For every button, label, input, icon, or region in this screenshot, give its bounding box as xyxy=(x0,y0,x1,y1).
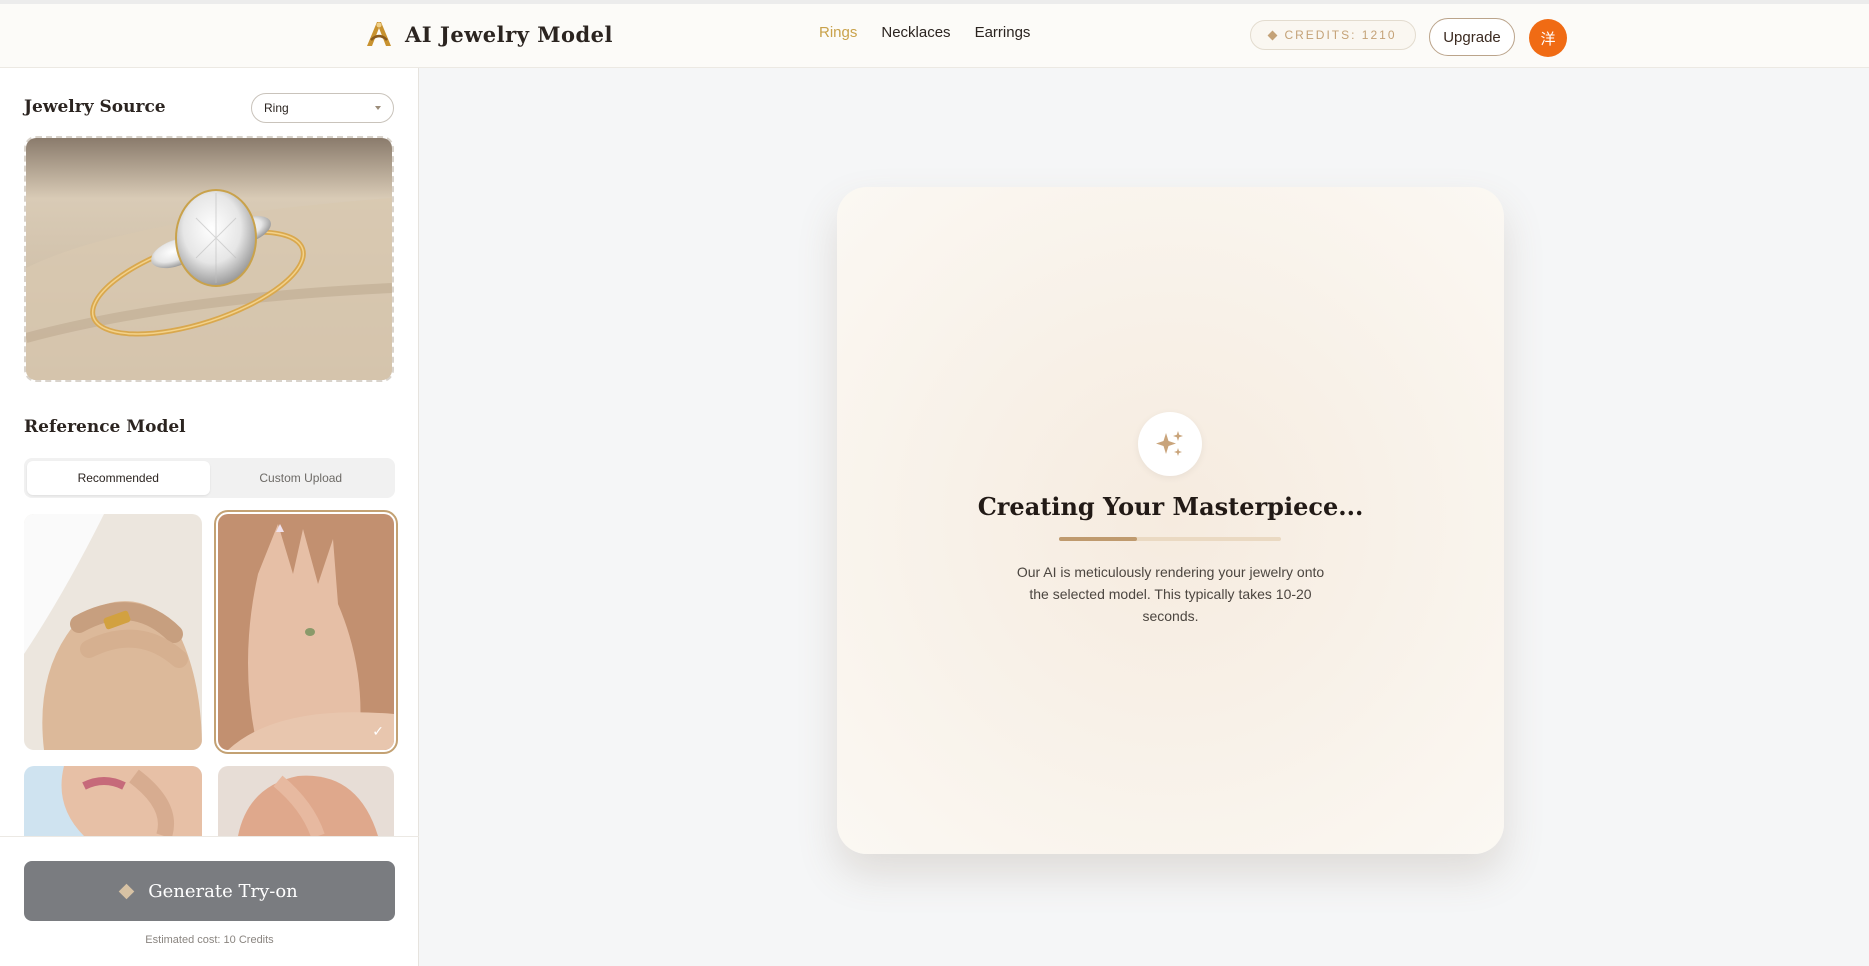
progress-bar xyxy=(1059,537,1281,541)
nav-earrings[interactable]: Earrings xyxy=(975,24,1031,41)
jewelry-source-title: Jewelry Source xyxy=(24,97,166,117)
model-thumb-4[interactable] xyxy=(218,766,394,836)
sparkle-badge xyxy=(1138,412,1202,476)
progress-fill xyxy=(1059,537,1137,541)
checkmark-icon: ✓ xyxy=(372,724,384,740)
chevron-down-icon xyxy=(375,106,381,110)
reference-model-title: Reference Model xyxy=(24,417,186,437)
tab-recommended[interactable]: Recommended xyxy=(27,461,210,495)
user-avatar[interactable]: 洋 xyxy=(1529,19,1567,57)
model-tabs: Recommended Custom Upload xyxy=(24,458,395,498)
brand-logo-icon xyxy=(367,22,391,46)
app-header: AI Jewelry Model Rings Necklaces Earring… xyxy=(0,4,1869,68)
main-nav: Rings Necklaces Earrings xyxy=(819,24,1030,41)
model-thumb-1[interactable] xyxy=(24,514,202,750)
nav-necklaces[interactable]: Necklaces xyxy=(881,24,950,41)
ring-photo xyxy=(26,138,392,380)
sidebar-footer-divider xyxy=(0,836,419,837)
sparkle-icon xyxy=(1156,431,1183,456)
hand-photo xyxy=(218,766,394,836)
face-photo xyxy=(24,766,202,836)
source-type-value: Ring xyxy=(264,101,289,115)
estimated-cost: Estimated cost: 10 Credits xyxy=(145,934,274,946)
tab-custom-upload[interactable]: Custom Upload xyxy=(210,461,393,495)
brand[interactable]: AI Jewelry Model xyxy=(363,18,613,50)
brand-name: AI Jewelry Model xyxy=(405,21,613,47)
diamond-icon xyxy=(1268,30,1278,40)
credits-label: CREDITS: 1210 xyxy=(1284,28,1397,42)
generate-tryon-button[interactable]: Generate Try-on xyxy=(24,861,395,921)
model-thumb-3[interactable] xyxy=(24,766,202,836)
source-type-select[interactable]: Ring xyxy=(251,93,394,123)
upgrade-button[interactable]: Upgrade xyxy=(1429,18,1515,56)
generation-title: Creating Your Masterpiece... xyxy=(977,492,1364,521)
hand-photo xyxy=(218,514,394,750)
model-thumb-2[interactable]: ✓ xyxy=(214,510,398,754)
generation-status-card: Creating Your Masterpiece... Our AI is m… xyxy=(837,187,1504,854)
credits-badge: CREDITS: 1210 xyxy=(1250,20,1416,50)
jewelry-source-image[interactable] xyxy=(24,136,394,382)
diamond-icon xyxy=(118,883,135,899)
generate-label: Generate Try-on xyxy=(148,880,298,902)
generation-description: Our AI is meticulously rendering your je… xyxy=(1016,564,1325,624)
sidebar: Jewelry Source Ring Reference Model Reco… xyxy=(0,68,419,966)
nav-rings[interactable]: Rings xyxy=(819,24,857,41)
hand-photo xyxy=(24,514,202,750)
